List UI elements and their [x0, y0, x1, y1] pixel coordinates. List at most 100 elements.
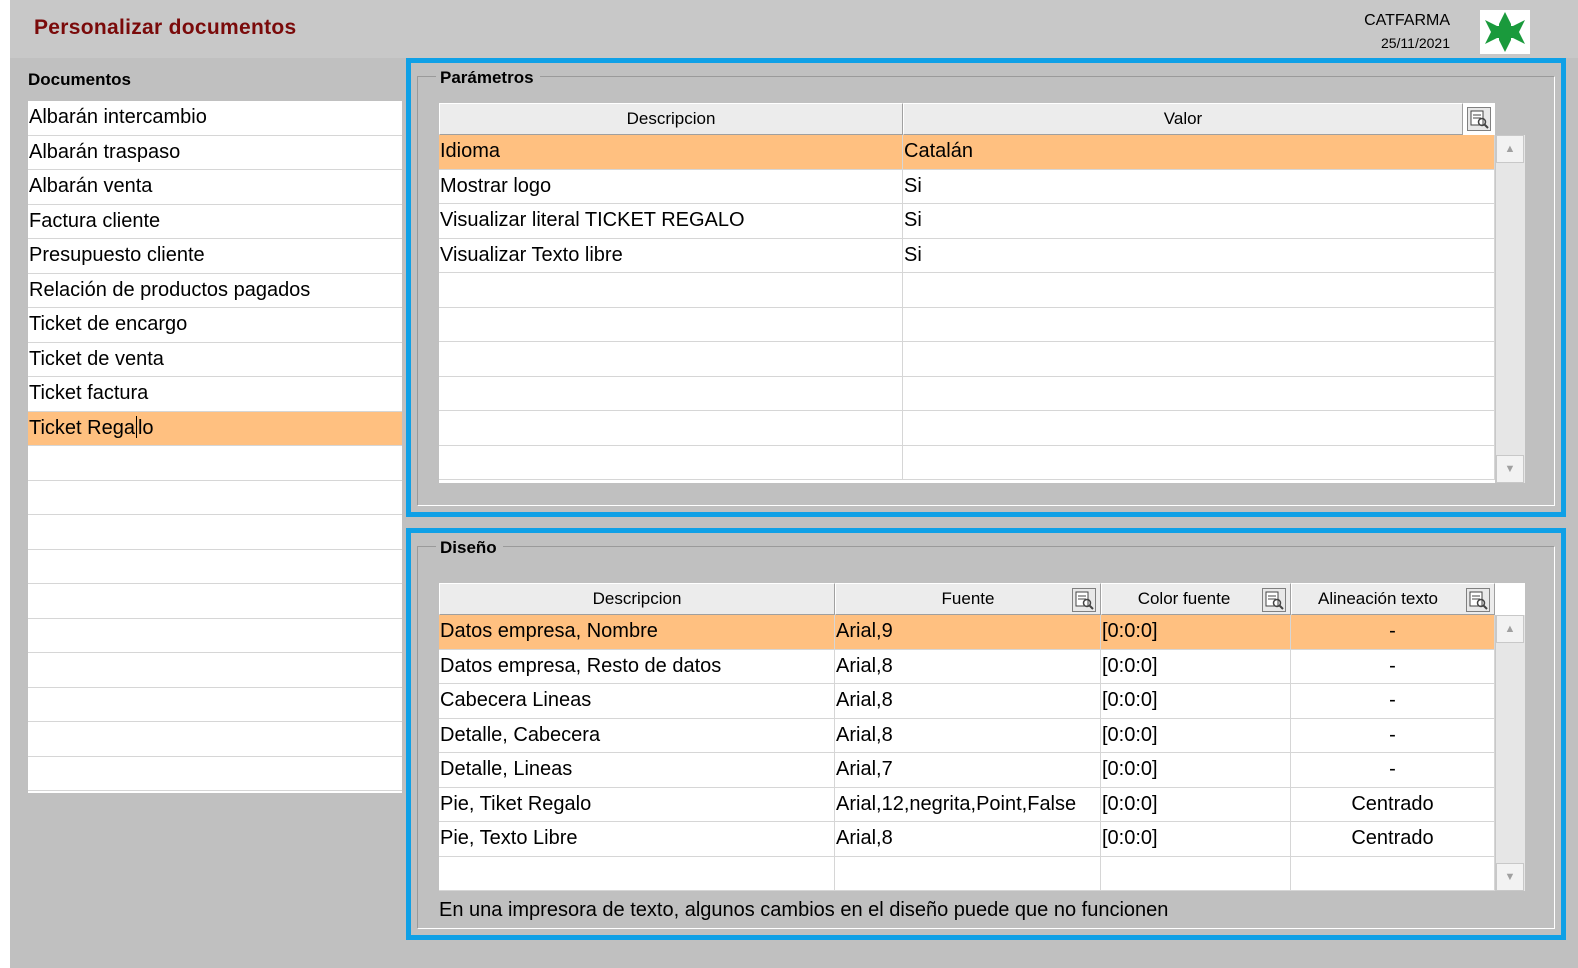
- table-cell[interactable]: [903, 307, 1495, 341]
- table-cell[interactable]: [0:0:0]: [1101, 649, 1291, 683]
- table-cell[interactable]: [903, 411, 1495, 445]
- table-cell[interactable]: [1101, 856, 1291, 890]
- table-cell[interactable]: Mostrar logo: [439, 169, 903, 203]
- table-cell[interactable]: Pie, Texto Libre: [439, 822, 835, 856]
- document-list-item[interactable]: [28, 550, 402, 584]
- table-cell[interactable]: [0:0:0]: [1101, 753, 1291, 787]
- diseno-scrollbar[interactable]: ▲ ▼: [1495, 615, 1525, 891]
- table-cell[interactable]: -: [1291, 718, 1495, 752]
- column-filter-icon[interactable]: [1467, 107, 1491, 131]
- table-cell[interactable]: [439, 376, 903, 410]
- document-list-item[interactable]: [28, 515, 402, 550]
- table-cell[interactable]: [903, 273, 1495, 307]
- table-cell[interactable]: Arial,8: [835, 649, 1101, 683]
- table-row[interactable]: Cabecera Lineas Arial,8 [0:0:0] -: [439, 684, 1495, 719]
- table-cell[interactable]: Si: [903, 204, 1495, 238]
- document-list-item[interactable]: Relación de productos pagados: [28, 274, 402, 308]
- table-cell[interactable]: Arial,7: [835, 753, 1101, 787]
- document-list-item[interactable]: Ticket de encargo: [28, 308, 402, 343]
- table-row[interactable]: Idioma Catalán: [439, 135, 1495, 170]
- table-row[interactable]: Visualizar literal TICKET REGALO Si: [439, 204, 1495, 239]
- scroll-down-button[interactable]: ▼: [1496, 863, 1524, 891]
- column-filter-icon[interactable]: [1072, 588, 1096, 612]
- table-cell[interactable]: Si: [903, 238, 1495, 272]
- document-list-item[interactable]: Factura cliente: [28, 205, 402, 239]
- table-cell[interactable]: Si: [903, 169, 1495, 203]
- column-header-color-fuente[interactable]: Color fuente: [1101, 583, 1291, 615]
- table-row[interactable]: [439, 445, 1495, 480]
- column-header-descripcion[interactable]: Descripcion: [439, 103, 903, 135]
- table-cell[interactable]: Visualizar literal TICKET REGALO: [439, 204, 903, 238]
- document-list-item[interactable]: [28, 481, 402, 515]
- table-cell[interactable]: [903, 376, 1495, 410]
- column-header-fuente[interactable]: Fuente: [835, 583, 1101, 615]
- table-cell[interactable]: -: [1291, 684, 1495, 718]
- document-list-item[interactable]: [28, 584, 402, 619]
- table-cell[interactable]: Cabecera Lineas: [439, 684, 835, 718]
- table-cell[interactable]: Visualizar Texto libre: [439, 238, 903, 272]
- table-row[interactable]: [439, 376, 1495, 411]
- document-list-item[interactable]: [28, 446, 402, 481]
- column-filter-icon[interactable]: [1466, 588, 1490, 612]
- table-cell[interactable]: Datos empresa, Resto de datos: [439, 649, 835, 683]
- table-cell[interactable]: -: [1291, 615, 1495, 649]
- document-list-item[interactable]: [28, 688, 402, 722]
- scroll-up-button[interactable]: ▲: [1496, 615, 1524, 643]
- table-row[interactable]: Detalle, Lineas Arial,7 [0:0:0] -: [439, 753, 1495, 788]
- table-row[interactable]: Visualizar Texto libre Si: [439, 238, 1495, 273]
- document-list-item[interactable]: Albarán traspaso: [28, 136, 402, 170]
- table-cell[interactable]: -: [1291, 753, 1495, 787]
- document-list-item[interactable]: [28, 619, 402, 653]
- table-cell[interactable]: -: [1291, 649, 1495, 683]
- table-cell[interactable]: Arial,8: [835, 822, 1101, 856]
- table-cell[interactable]: [439, 342, 903, 376]
- table-cell[interactable]: Datos empresa, Nombre: [439, 615, 835, 649]
- table-cell[interactable]: [903, 445, 1495, 479]
- table-row[interactable]: Mostrar logo Si: [439, 169, 1495, 204]
- table-cell[interactable]: [439, 307, 903, 341]
- column-filter-icon[interactable]: [1262, 588, 1286, 612]
- document-list-item[interactable]: Albarán venta: [28, 170, 402, 205]
- table-cell[interactable]: Pie, Tiket Regalo: [439, 787, 835, 821]
- table-row[interactable]: Datos empresa, Resto de datos Arial,8 [0:0…: [439, 649, 1495, 684]
- document-list-item[interactable]: Ticket Rega lo: [28, 411, 402, 446]
- table-cell[interactable]: Idioma: [439, 135, 903, 169]
- table-cell[interactable]: Arial,9: [835, 615, 1101, 649]
- parametros-grid[interactable]: Descripcion Valor Idioma Catalán Mostrar l…: [439, 103, 1525, 483]
- table-cell[interactable]: Catalán: [903, 135, 1495, 169]
- table-cell[interactable]: Arial,8: [835, 684, 1101, 718]
- table-cell[interactable]: [835, 856, 1101, 890]
- table-cell[interactable]: [1291, 856, 1495, 890]
- document-list-item[interactable]: [28, 653, 402, 688]
- table-row[interactable]: [439, 856, 1495, 891]
- table-cell[interactable]: [903, 342, 1495, 376]
- table-cell[interactable]: [439, 411, 903, 445]
- table-row[interactable]: Detalle, Cabecera Arial,8 [0:0:0] -: [439, 718, 1495, 753]
- table-cell[interactable]: [439, 273, 903, 307]
- table-row[interactable]: [439, 273, 1495, 308]
- table-cell[interactable]: [0:0:0]: [1101, 718, 1291, 752]
- table-cell[interactable]: [439, 856, 835, 890]
- table-row[interactable]: Pie, Tiket Regalo Arial,12,negrita,Point,…: [439, 787, 1495, 822]
- document-list-item[interactable]: Ticket factura: [28, 377, 402, 412]
- table-cell[interactable]: [0:0:0]: [1101, 787, 1291, 821]
- document-list-item[interactable]: Albarán intercambio: [28, 101, 402, 136]
- table-cell[interactable]: [0:0:0]: [1101, 615, 1291, 649]
- column-header-descripcion[interactable]: Descripcion: [439, 583, 835, 615]
- table-cell[interactable]: [0:0:0]: [1101, 822, 1291, 856]
- table-cell[interactable]: Detalle, Cabecera: [439, 718, 835, 752]
- table-cell[interactable]: Arial,12,negrita,Point,False: [835, 787, 1101, 821]
- table-row[interactable]: Pie, Texto Libre Arial,8 [0:0:0] Centrado: [439, 822, 1495, 857]
- column-header-alineacion-texto[interactable]: Alineación texto: [1291, 583, 1495, 615]
- diseno-grid[interactable]: Descripcion Fuente Color fuente Alineaci…: [439, 583, 1525, 891]
- scroll-up-button[interactable]: ▲: [1496, 135, 1524, 163]
- table-row[interactable]: [439, 307, 1495, 342]
- document-list-item[interactable]: [28, 722, 402, 757]
- parametros-scrollbar[interactable]: ▲ ▼: [1495, 135, 1525, 483]
- scroll-down-button[interactable]: ▼: [1496, 455, 1524, 483]
- document-list-item[interactable]: [28, 757, 402, 791]
- table-cell[interactable]: Centrado: [1291, 822, 1495, 856]
- table-row[interactable]: [439, 411, 1495, 446]
- document-list-item[interactable]: Presupuesto cliente: [28, 239, 402, 274]
- table-cell[interactable]: Detalle, Lineas: [439, 753, 835, 787]
